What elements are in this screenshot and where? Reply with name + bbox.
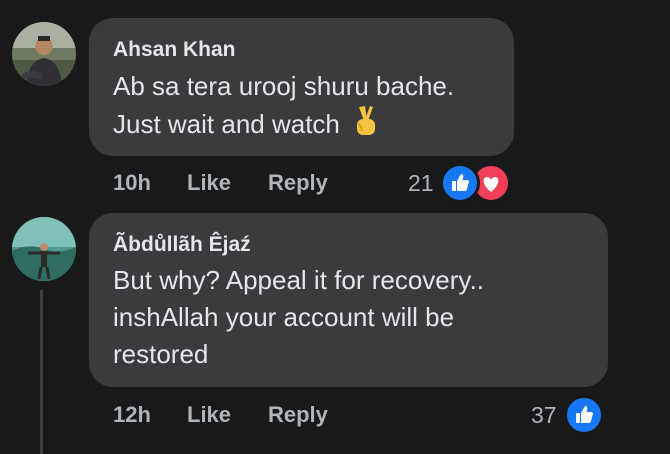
- comment-text-line: inshAllah your account will be: [113, 302, 455, 332]
- comment-timestamp[interactable]: 12h: [113, 402, 151, 428]
- avatar[interactable]: [12, 22, 76, 86]
- comment-text-line: restored: [113, 339, 209, 369]
- reply-button[interactable]: Reply: [268, 402, 328, 428]
- like-button[interactable]: Like: [187, 170, 231, 196]
- like-icon: [564, 395, 604, 435]
- comment-text-content: Just wait and watch: [113, 108, 340, 139]
- comment-text-line: Ab sa tera urooj shuru bache.: [113, 71, 455, 101]
- victory-hand-emoji-icon: [353, 105, 379, 147]
- reaction-count: 21: [408, 170, 434, 196]
- like-icon: [440, 163, 480, 203]
- avatar-photo: [12, 22, 76, 86]
- comment-timestamp[interactable]: 10h: [113, 170, 151, 196]
- avatar[interactable]: [12, 217, 76, 281]
- comment-text-line: But why? Appeal it for recovery..: [113, 265, 484, 295]
- like-button[interactable]: Like: [187, 402, 231, 428]
- avatar-photo: [12, 217, 76, 281]
- comment-text-line: Just wait and watch: [113, 105, 379, 147]
- comment-author[interactable]: Ahsan Khan: [113, 38, 236, 62]
- comment-author[interactable]: Ãbdůllãh Êjaź: [113, 233, 251, 257]
- reaction-count: 37: [531, 402, 557, 428]
- thread-line: [40, 290, 43, 454]
- reply-button[interactable]: Reply: [268, 170, 328, 196]
